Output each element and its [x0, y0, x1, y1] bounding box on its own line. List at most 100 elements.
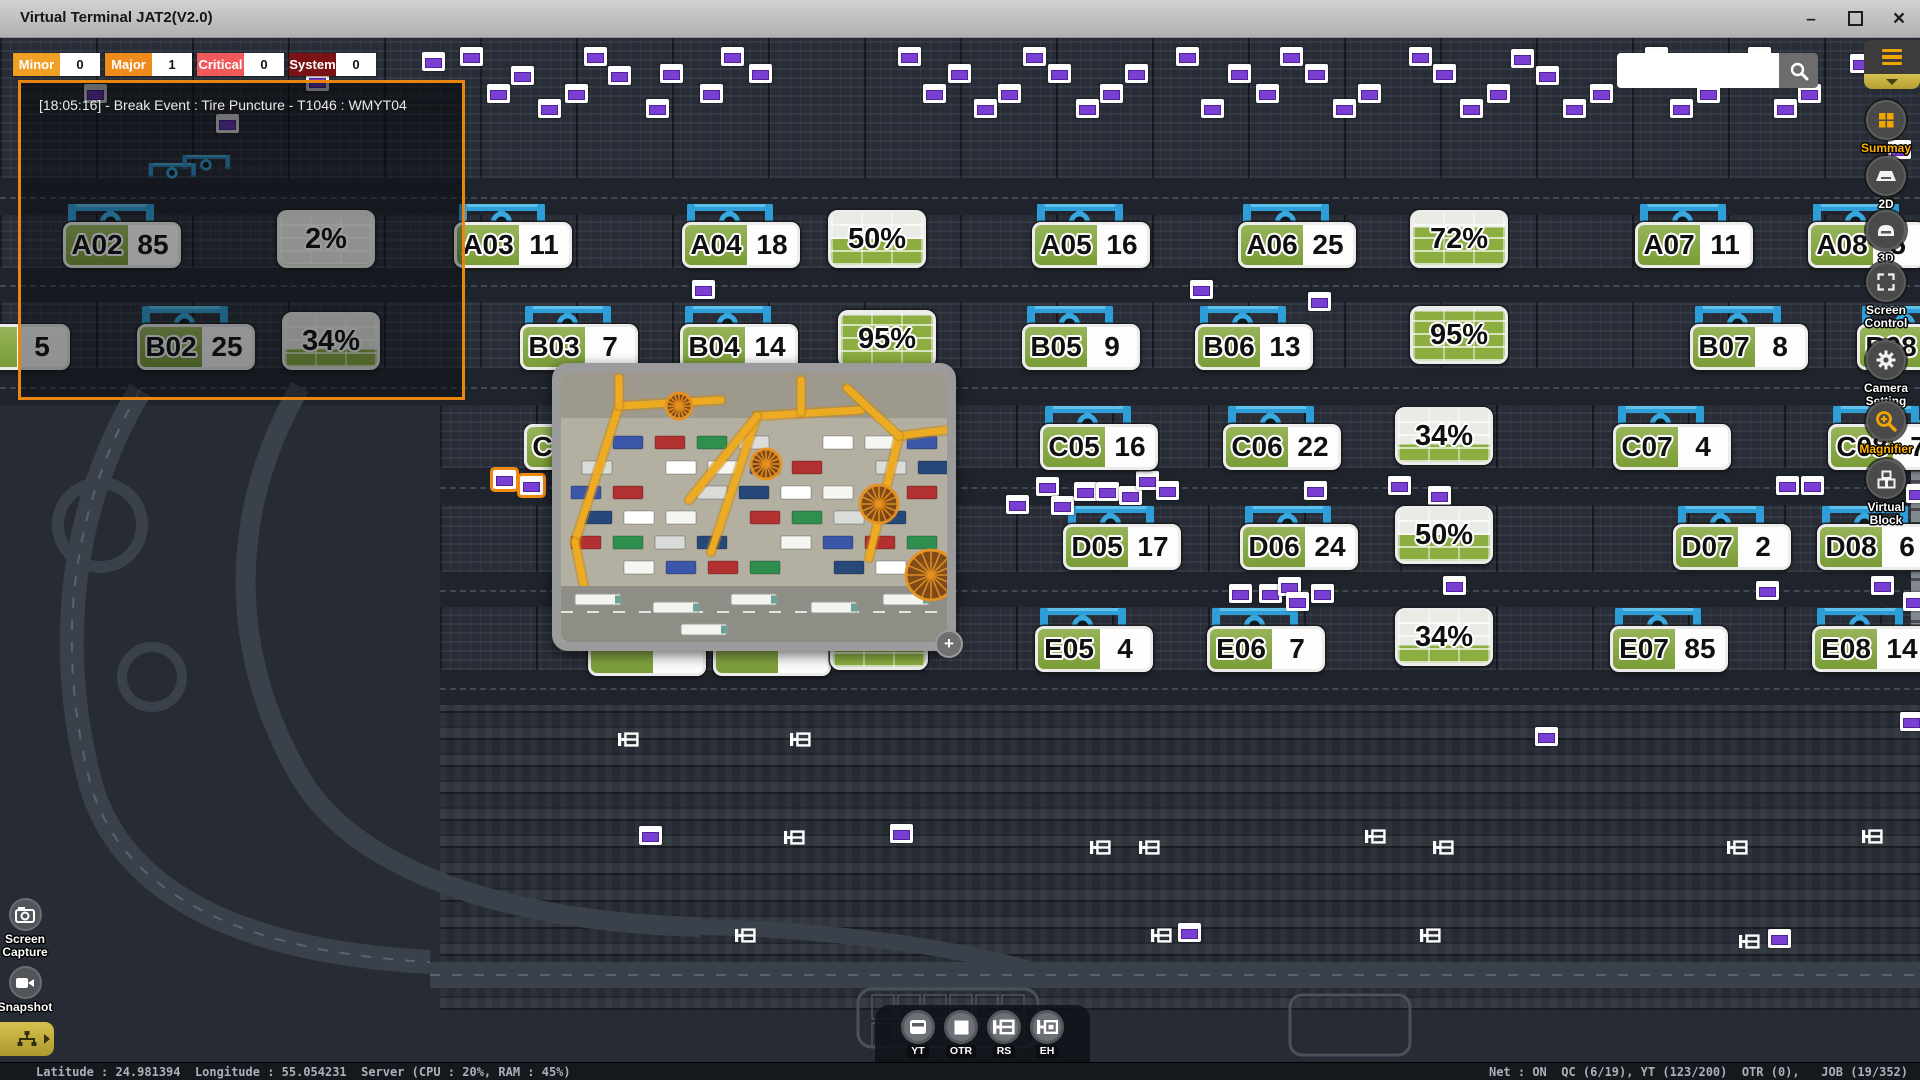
dock-button-rs[interactable]: RS	[987, 1010, 1021, 1062]
truck-icon[interactable]	[1096, 482, 1119, 501]
truck-icon[interactable]	[974, 99, 997, 118]
occupancy-block[interactable]: 95%	[1410, 306, 1508, 364]
truck-icon[interactable]	[1048, 64, 1071, 83]
truck-icon[interactable]	[1487, 84, 1510, 103]
truck-icon[interactable]	[1443, 576, 1466, 595]
block-label-A06[interactable]: A0625	[1238, 222, 1356, 268]
truck-icon[interactable]	[1900, 712, 1920, 731]
truck-icon[interactable]	[1388, 476, 1411, 495]
search-button[interactable]	[1779, 53, 1818, 88]
truck-icon[interactable]	[1023, 47, 1046, 66]
handler-icon[interactable]	[1090, 840, 1111, 860]
handler-icon[interactable]	[1139, 840, 1160, 860]
truck-icon[interactable]	[998, 84, 1021, 103]
block-label-A07[interactable]: A0711	[1635, 222, 1753, 268]
truck-icon[interactable]	[749, 64, 772, 83]
truck-icon[interactable]	[1590, 84, 1613, 103]
dock-button-yt[interactable]: YT	[901, 1010, 935, 1062]
occupancy-block[interactable]: 34%	[1395, 608, 1493, 666]
block-label-C04[interactable]: C04	[524, 424, 552, 470]
block-label-D07[interactable]: D072	[1673, 524, 1791, 570]
truck-icon[interactable]	[721, 47, 744, 66]
search-input[interactable]	[1617, 53, 1779, 88]
tool-summary[interactable]: Summay	[1848, 100, 1920, 155]
block-label-B06[interactable]: B0613	[1195, 324, 1313, 370]
occupancy-block[interactable]: 34%	[1395, 407, 1493, 465]
tool-screen-control[interactable]: ScreenControl	[1848, 262, 1920, 330]
truck-icon[interactable]	[923, 84, 946, 103]
minimize-button[interactable]: –	[1800, 8, 1822, 30]
truck-icon[interactable]	[948, 64, 971, 83]
truck-icon[interactable]	[1776, 476, 1799, 495]
dock-button-eh[interactable]: EH	[1030, 1010, 1064, 1062]
truck-icon[interactable]	[538, 99, 561, 118]
truck-icon[interactable]	[660, 64, 683, 83]
block-label-C06[interactable]: C0622	[1223, 424, 1341, 470]
tool-camera-setting[interactable]: CameraSetting	[1848, 340, 1920, 408]
block-label-E07[interactable]: E0785	[1610, 626, 1728, 672]
truck-icon[interactable]	[890, 824, 913, 843]
occupancy-block[interactable]: 50%	[828, 210, 926, 268]
truck-icon[interactable]	[520, 476, 543, 495]
truck-icon[interactable]	[1125, 64, 1148, 83]
alert-counter-system[interactable]: System0	[289, 53, 376, 76]
occupancy-block[interactable]: 72%	[1410, 210, 1508, 268]
truck-icon[interactable]	[1409, 47, 1432, 66]
tool-3d[interactable]: 3D	[1848, 210, 1920, 265]
truck-icon[interactable]	[493, 470, 516, 489]
truck-icon[interactable]	[700, 84, 723, 103]
truck-icon[interactable]	[1871, 576, 1894, 595]
truck-icon[interactable]	[1156, 481, 1179, 500]
close-button[interactable]: ×	[1888, 8, 1910, 30]
truck-icon[interactable]	[1428, 486, 1451, 505]
truck-icon[interactable]	[487, 84, 510, 103]
block-label-A05[interactable]: A0516	[1032, 222, 1150, 268]
truck-icon[interactable]	[1563, 99, 1586, 118]
handler-icon[interactable]	[1151, 928, 1172, 948]
truck-icon[interactable]	[1774, 99, 1797, 118]
truck-icon[interactable]	[584, 47, 607, 66]
block-label-A04[interactable]: A0418	[682, 222, 800, 268]
truck-icon[interactable]	[565, 84, 588, 103]
handler-icon[interactable]	[1433, 840, 1454, 860]
truck-icon[interactable]	[1178, 923, 1201, 942]
handler-icon[interactable]	[1420, 928, 1441, 948]
truck-icon[interactable]	[1051, 496, 1074, 515]
truck-icon[interactable]	[1201, 99, 1224, 118]
truck-icon[interactable]	[646, 99, 669, 118]
truck-icon[interactable]	[1280, 47, 1303, 66]
truck-icon[interactable]	[1801, 476, 1824, 495]
camera-video-inset[interactable]: +	[552, 363, 956, 651]
main-menu-button[interactable]	[1864, 40, 1920, 74]
truck-icon[interactable]	[1076, 99, 1099, 118]
tool-magnifier[interactable]: Magnifier	[1848, 401, 1920, 456]
truck-icon[interactable]	[1536, 66, 1559, 85]
truck-icon[interactable]	[1433, 64, 1456, 83]
truck-icon[interactable]	[1768, 929, 1791, 948]
block-label-C05[interactable]: C0516	[1040, 424, 1158, 470]
block-label-E05[interactable]: E054	[1035, 626, 1153, 672]
block-label-D08[interactable]: D086	[1817, 524, 1920, 570]
dock-button-otr[interactable]: OTR	[944, 1010, 978, 1062]
truck-icon[interactable]	[1006, 495, 1029, 514]
tree-panel-tab[interactable]	[0, 1022, 54, 1056]
handler-icon[interactable]	[735, 928, 756, 948]
truck-icon[interactable]	[1100, 84, 1123, 103]
truck-icon[interactable]	[1304, 481, 1327, 500]
alert-counter-minor[interactable]: Minor0	[13, 53, 100, 76]
handler-icon[interactable]	[790, 732, 811, 752]
truck-icon[interactable]	[1308, 292, 1331, 311]
truck-icon[interactable]	[1756, 581, 1779, 600]
handler-icon[interactable]	[1365, 829, 1386, 849]
truck-icon[interactable]	[1460, 99, 1483, 118]
block-label-D06[interactable]: D0624	[1240, 524, 1358, 570]
truck-icon[interactable]	[1333, 99, 1356, 118]
truck-icon[interactable]	[1511, 49, 1534, 68]
tool-2d[interactable]: 2D	[1848, 156, 1920, 211]
block-label-A03[interactable]: A0311	[454, 222, 572, 268]
truck-icon[interactable]	[511, 66, 534, 85]
alert-counter-major[interactable]: Major1	[105, 53, 192, 76]
block-label-B05[interactable]: B059	[1022, 324, 1140, 370]
block-label-B07[interactable]: B078	[1690, 324, 1808, 370]
block-label-E06[interactable]: E067	[1207, 626, 1325, 672]
